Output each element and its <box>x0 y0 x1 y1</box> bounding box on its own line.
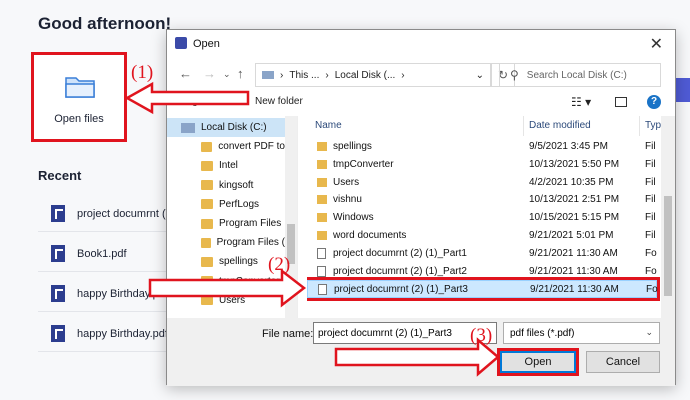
annotation-arrow-2 <box>148 268 307 308</box>
annotation-label-2: (2) <box>268 254 291 275</box>
annotation-arrow-1 <box>124 81 250 115</box>
annotation-label-3: (3) <box>470 325 493 346</box>
annotation-arrows <box>124 81 500 377</box>
annotation-label-1: (1) <box>131 62 154 83</box>
